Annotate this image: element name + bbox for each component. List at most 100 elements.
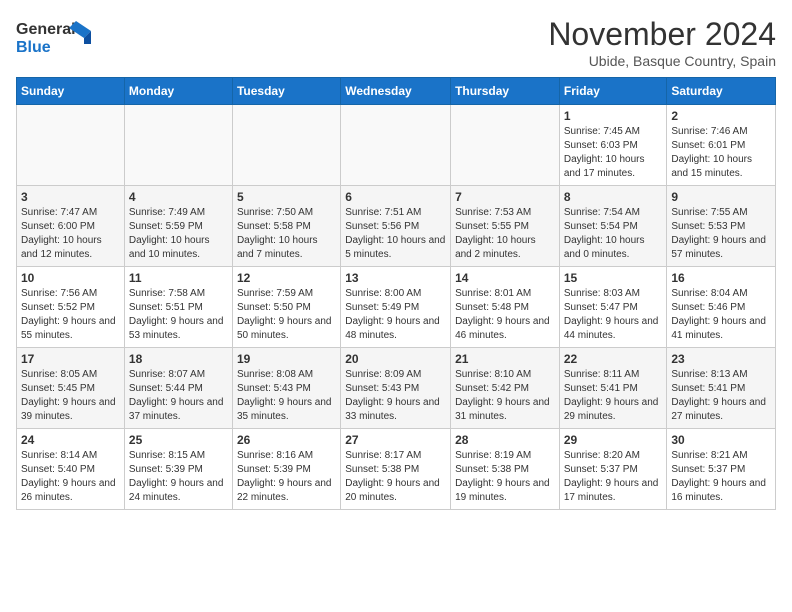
calendar-cell bbox=[232, 105, 340, 186]
svg-text:General: General bbox=[16, 21, 76, 38]
day-info: Sunrise: 7:49 AM Sunset: 5:59 PM Dayligh… bbox=[129, 206, 228, 262]
calendar-week-row: 1 Sunrise: 7:45 AM Sunset: 6:03 PM Daylig… bbox=[17, 105, 776, 186]
day-number: 29 bbox=[564, 433, 663, 447]
calendar-cell: 4 Sunrise: 7:49 AM Sunset: 5:59 PM Daylig… bbox=[124, 186, 232, 267]
day-number: 8 bbox=[564, 190, 663, 204]
day-number: 5 bbox=[237, 190, 336, 204]
day-number: 3 bbox=[21, 190, 120, 204]
calendar-cell: 6 Sunrise: 7:51 AM Sunset: 5:56 PM Daylig… bbox=[341, 186, 451, 267]
logo-icon: GeneralBlue bbox=[16, 16, 96, 56]
calendar-cell: 28Sunrise: 8:19 AM Sunset: 5:38 PM Dayli… bbox=[451, 429, 560, 510]
col-header-thursday: Thursday bbox=[451, 78, 560, 105]
calendar-cell: 18 Sunrise: 8:07 AM Sunset: 5:44 PM Dayli… bbox=[124, 348, 232, 429]
calendar-cell: 10 Sunrise: 7:56 AM Sunset: 5:52 PM Dayli… bbox=[17, 267, 125, 348]
day-number: 6 bbox=[345, 190, 446, 204]
location-subtitle: Ubide, Basque Country, Spain bbox=[548, 53, 776, 69]
day-info: Sunrise: 7:47 AM Sunset: 6:00 PM Dayligh… bbox=[21, 206, 120, 262]
day-number: 14 bbox=[455, 271, 555, 285]
calendar-week-row: 3 Sunrise: 7:47 AM Sunset: 6:00 PM Daylig… bbox=[17, 186, 776, 267]
day-number: 16 bbox=[671, 271, 771, 285]
calendar-cell: 8 Sunrise: 7:54 AM Sunset: 5:54 PM Daylig… bbox=[559, 186, 667, 267]
day-number: 17 bbox=[21, 352, 120, 366]
calendar-cell: 17Sunrise: 8:05 AM Sunset: 5:45 PM Dayli… bbox=[17, 348, 125, 429]
title-area: November 2024 Ubide, Basque Country, Spa… bbox=[548, 16, 776, 69]
month-title: November 2024 bbox=[548, 16, 776, 53]
day-number: 15 bbox=[564, 271, 663, 285]
calendar-cell: 27 Sunrise: 8:17 AM Sunset: 5:38 PM Dayli… bbox=[341, 429, 451, 510]
day-info: Sunrise: 7:59 AM Sunset: 5:50 PM Dayligh… bbox=[237, 287, 336, 343]
calendar-cell: 9 Sunrise: 7:55 AM Sunset: 5:53 PM Daylig… bbox=[667, 186, 776, 267]
col-header-wednesday: Wednesday bbox=[341, 78, 451, 105]
day-number: 27 bbox=[345, 433, 446, 447]
day-info: Sunrise: 7:50 AM Sunset: 5:58 PM Dayligh… bbox=[237, 206, 336, 262]
header: GeneralBlue November 2024 Ubide, Basque … bbox=[16, 16, 776, 69]
day-number: 12 bbox=[237, 271, 336, 285]
calendar-cell: 15Sunrise: 8:03 AM Sunset: 5:47 PM Dayli… bbox=[559, 267, 667, 348]
day-info: Sunrise: 7:58 AM Sunset: 5:51 PM Dayligh… bbox=[129, 287, 228, 343]
calendar-cell: 14Sunrise: 8:01 AM Sunset: 5:48 PM Dayli… bbox=[451, 267, 560, 348]
day-number: 4 bbox=[129, 190, 228, 204]
day-number: 20 bbox=[345, 352, 446, 366]
day-number: 1 bbox=[564, 109, 663, 123]
calendar-cell bbox=[451, 105, 560, 186]
calendar-cell: 13 Sunrise: 8:00 AM Sunset: 5:49 PM Dayli… bbox=[341, 267, 451, 348]
col-header-sunday: Sunday bbox=[17, 78, 125, 105]
calendar-cell: 12 Sunrise: 7:59 AM Sunset: 5:50 PM Dayli… bbox=[232, 267, 340, 348]
day-info: Sunrise: 8:16 AM Sunset: 5:39 PM Dayligh… bbox=[237, 449, 336, 505]
day-number: 26 bbox=[237, 433, 336, 447]
day-info: Sunrise: 8:09 AM Sunset: 5:43 PM Dayligh… bbox=[345, 368, 446, 424]
day-number: 23 bbox=[671, 352, 771, 366]
svg-text:Blue: Blue bbox=[16, 39, 51, 56]
day-number: 30 bbox=[671, 433, 771, 447]
day-number: 25 bbox=[129, 433, 228, 447]
day-number: 2 bbox=[671, 109, 771, 123]
day-number: 18 bbox=[129, 352, 228, 366]
day-number: 13 bbox=[345, 271, 446, 285]
day-info: Sunrise: 8:17 AM Sunset: 5:38 PM Dayligh… bbox=[345, 449, 446, 505]
day-number: 19 bbox=[237, 352, 336, 366]
calendar-cell: 22Sunrise: 8:11 AM Sunset: 5:41 PM Dayli… bbox=[559, 348, 667, 429]
calendar-cell: 25 Sunrise: 8:15 AM Sunset: 5:39 PM Dayli… bbox=[124, 429, 232, 510]
calendar-cell: 24Sunrise: 8:14 AM Sunset: 5:40 PM Dayli… bbox=[17, 429, 125, 510]
calendar-cell: 16 Sunrise: 8:04 AM Sunset: 5:46 PM Dayli… bbox=[667, 267, 776, 348]
day-info: Sunrise: 8:19 AM Sunset: 5:38 PM Dayligh… bbox=[455, 449, 555, 505]
day-info: Sunrise: 7:45 AM Sunset: 6:03 PM Dayligh… bbox=[564, 125, 663, 181]
day-info: Sunrise: 8:00 AM Sunset: 5:49 PM Dayligh… bbox=[345, 287, 446, 343]
calendar-cell: 29Sunrise: 8:20 AM Sunset: 5:37 PM Dayli… bbox=[559, 429, 667, 510]
day-info: Sunrise: 7:51 AM Sunset: 5:56 PM Dayligh… bbox=[345, 206, 446, 262]
col-header-tuesday: Tuesday bbox=[232, 78, 340, 105]
calendar-cell bbox=[341, 105, 451, 186]
calendar-week-row: 24Sunrise: 8:14 AM Sunset: 5:40 PM Dayli… bbox=[17, 429, 776, 510]
day-info: Sunrise: 8:07 AM Sunset: 5:44 PM Dayligh… bbox=[129, 368, 228, 424]
col-header-friday: Friday bbox=[559, 78, 667, 105]
day-number: 9 bbox=[671, 190, 771, 204]
day-info: Sunrise: 7:56 AM Sunset: 5:52 PM Dayligh… bbox=[21, 287, 120, 343]
day-info: Sunrise: 7:55 AM Sunset: 5:53 PM Dayligh… bbox=[671, 206, 771, 262]
day-number: 11 bbox=[129, 271, 228, 285]
day-number: 10 bbox=[21, 271, 120, 285]
calendar-cell bbox=[17, 105, 125, 186]
col-header-monday: Monday bbox=[124, 78, 232, 105]
day-number: 7 bbox=[455, 190, 555, 204]
calendar-cell: 26 Sunrise: 8:16 AM Sunset: 5:39 PM Dayli… bbox=[232, 429, 340, 510]
calendar-cell: 2Sunrise: 7:46 AM Sunset: 6:01 PM Daylig… bbox=[667, 105, 776, 186]
day-info: Sunrise: 8:15 AM Sunset: 5:39 PM Dayligh… bbox=[129, 449, 228, 505]
day-info: Sunrise: 7:53 AM Sunset: 5:55 PM Dayligh… bbox=[455, 206, 555, 262]
calendar-table: SundayMondayTuesdayWednesdayThursdayFrid… bbox=[16, 77, 776, 510]
calendar-week-row: 17Sunrise: 8:05 AM Sunset: 5:45 PM Dayli… bbox=[17, 348, 776, 429]
day-info: Sunrise: 8:21 AM Sunset: 5:37 PM Dayligh… bbox=[671, 449, 771, 505]
day-number: 22 bbox=[564, 352, 663, 366]
calendar-cell: 21 Sunrise: 8:10 AM Sunset: 5:42 PM Dayli… bbox=[451, 348, 560, 429]
day-info: Sunrise: 7:54 AM Sunset: 5:54 PM Dayligh… bbox=[564, 206, 663, 262]
day-info: Sunrise: 8:10 AM Sunset: 5:42 PM Dayligh… bbox=[455, 368, 555, 424]
day-info: Sunrise: 8:04 AM Sunset: 5:46 PM Dayligh… bbox=[671, 287, 771, 343]
calendar-cell bbox=[124, 105, 232, 186]
calendar-cell: 11 Sunrise: 7:58 AM Sunset: 5:51 PM Dayli… bbox=[124, 267, 232, 348]
day-number: 21 bbox=[455, 352, 555, 366]
day-info: Sunrise: 8:08 AM Sunset: 5:43 PM Dayligh… bbox=[237, 368, 336, 424]
calendar-cell: 1 Sunrise: 7:45 AM Sunset: 6:03 PM Daylig… bbox=[559, 105, 667, 186]
calendar-cell: 20 Sunrise: 8:09 AM Sunset: 5:43 PM Dayli… bbox=[341, 348, 451, 429]
calendar-cell: 3 Sunrise: 7:47 AM Sunset: 6:00 PM Daylig… bbox=[17, 186, 125, 267]
calendar-cell: 5 Sunrise: 7:50 AM Sunset: 5:58 PM Daylig… bbox=[232, 186, 340, 267]
calendar-cell: 19 Sunrise: 8:08 AM Sunset: 5:43 PM Dayli… bbox=[232, 348, 340, 429]
